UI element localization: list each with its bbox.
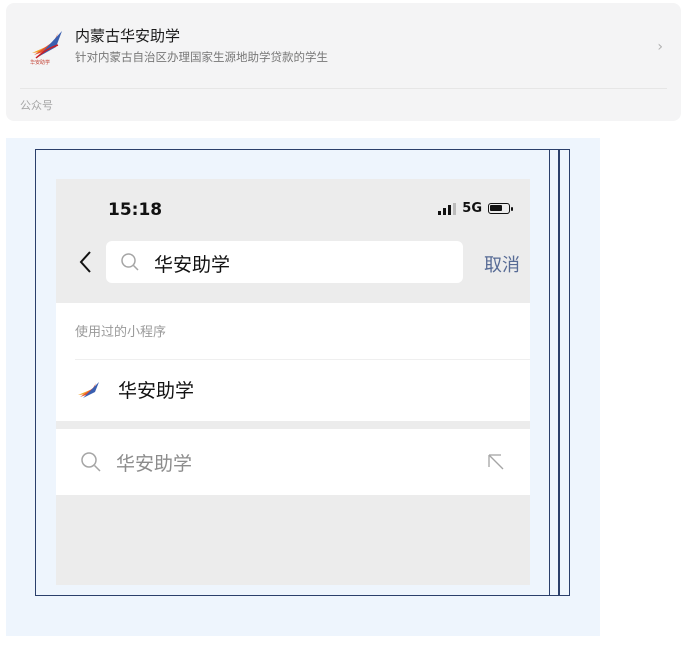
- search-suggestion-item[interactable]: 华安助学: [56, 429, 530, 495]
- battery-icon: [488, 203, 513, 214]
- mini-program-name: 华安助学: [118, 380, 195, 402]
- chevron-right-icon: ›: [657, 39, 663, 55]
- search-input[interactable]: 华安助学: [106, 241, 463, 283]
- signal-icon: [438, 202, 457, 215]
- account-name: 内蒙古华安助学: [75, 27, 181, 45]
- suggestion-text: 华安助学: [116, 453, 193, 475]
- frame-border: [559, 149, 570, 596]
- cancel-button[interactable]: 取消: [484, 251, 520, 277]
- phone-screenshot: 15:18 5G 华安助学 取消 使用过的小程序 华安助学 华安助学: [56, 179, 530, 585]
- search-icon: [121, 253, 139, 271]
- status-indicators: 5G: [438, 201, 513, 216]
- huaan-logo-icon: [78, 382, 99, 398]
- network-label: 5G: [462, 201, 482, 216]
- account-kind-label: 公众号: [20, 99, 53, 112]
- back-arrow-icon[interactable]: [76, 248, 96, 276]
- fill-query-arrow-icon[interactable]: [487, 453, 505, 471]
- search-query: 华安助学: [154, 254, 231, 276]
- official-account-card[interactable]: 华安助学 内蒙古华安助学 针对内蒙古自治区办理国家生源地助学贷款的学生 › 公众…: [6, 3, 681, 121]
- logo-caption: 华安助学: [30, 60, 51, 66]
- frame-border: [549, 149, 559, 596]
- section-title: 使用过的小程序: [75, 325, 167, 340]
- search-icon: [81, 452, 101, 472]
- used-mini-programs-section: 使用过的小程序 华安助学: [56, 303, 530, 421]
- status-time: 15:18: [108, 200, 163, 220]
- divider: [75, 359, 530, 360]
- divider: [20, 88, 667, 89]
- account-description: 针对内蒙古自治区办理国家生源地助学贷款的学生: [75, 50, 328, 64]
